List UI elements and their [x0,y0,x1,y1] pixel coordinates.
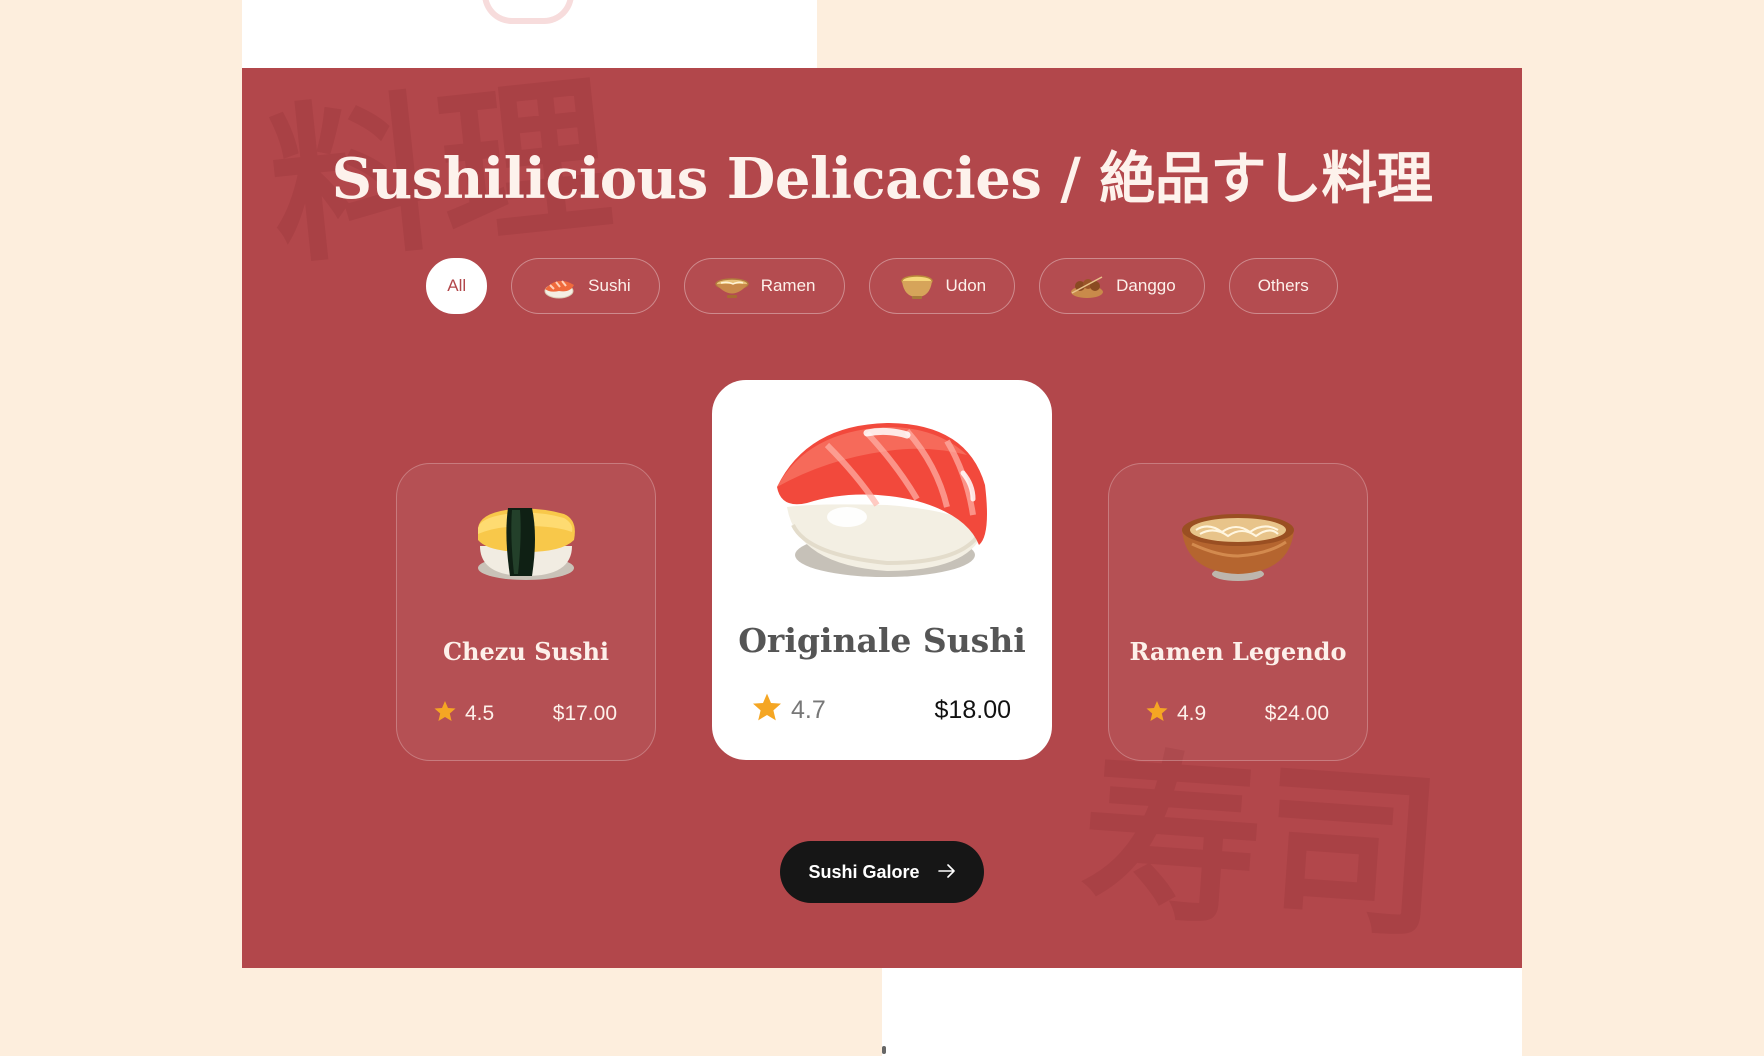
arrow-right-icon [937,862,956,883]
filter-chip-ramen[interactable]: Ramen [683,258,845,314]
previous-section-panel [242,0,817,68]
dish-name: Chezu Sushi [442,637,610,666]
star-icon [1145,699,1169,729]
filter-chip-danggo[interactable]: Danggo [1039,258,1205,314]
tamago-sushi-image [397,496,655,586]
filter-label: All [447,276,467,295]
filter-chip-others[interactable]: Others [1228,258,1338,314]
filter-label: Sushi [588,276,631,295]
filter-chip-udon[interactable]: Udon [868,258,1016,314]
dish-rating: 4.7 [751,691,826,730]
star-icon [433,699,457,729]
dish-rating: 4.9 [1145,699,1206,729]
filter-label: Udon [945,276,987,295]
rating-value: 4.5 [465,702,495,725]
filter-chip-all[interactable]: All [426,258,488,314]
dish-rating: 4.5 [433,699,494,729]
rating-value: 4.9 [1177,702,1207,725]
marker-dot [882,1046,886,1054]
filter-label: Ramen [760,276,816,295]
dish-name: Originale Sushi [738,621,1026,660]
ramen-bowl-icon [713,271,751,301]
dish-price: $18.00 [934,696,1011,724]
filter-label: Others [1257,276,1309,295]
sushi-icon [540,271,578,301]
rating-value: 4.7 [791,696,826,724]
cta-label: Sushi Galore [808,861,920,882]
dish-price: $17.00 [552,702,617,725]
section-title: Sushilicious Delicacies / 絶品すし料理 [331,146,1433,212]
ramen-bowl-image [1109,496,1367,586]
filter-chip-sushi[interactable]: Sushi [511,258,660,314]
dish-meta: 4.5 $17.00 [433,699,617,729]
dish-card-chezu-sushi[interactable]: Chezu Sushi 4.5 $17.00 [396,463,656,761]
star-icon [751,691,783,730]
dish-name: Ramen Legendo [1129,637,1347,666]
salmon-nigiri-image [713,415,1051,585]
udon-bowl-icon [898,271,936,301]
dish-card-originale-sushi[interactable]: Originale Sushi 4.7 $18.00 [712,380,1052,760]
category-filter-bar: All Sushi Ramen Udon Danggo Others [242,258,1522,314]
dish-meta: 4.9 $24.00 [1145,699,1329,729]
sushi-galore-button[interactable]: Sushi Galore [780,841,984,903]
dish-card-ramen-legendo[interactable]: Ramen Legendo 4.9 $24.00 [1108,463,1368,761]
watermark-kanji: 寿司 [1075,730,1449,965]
dish-price: $24.00 [1264,702,1329,725]
decorative-shape [482,0,574,24]
next-section-panel [882,968,1522,1056]
menu-section: 料理 寿司 Sushilicious Delicacies / 絶品すし料理 A… [242,68,1522,968]
dish-meta: 4.7 $18.00 [751,691,1011,730]
featured-dishes-carousel: Chezu Sushi 4.5 $17.00 Originale Sushi 4… [242,380,1522,762]
danggo-plate-icon [1068,271,1106,301]
filter-label: Danggo [1116,276,1176,295]
